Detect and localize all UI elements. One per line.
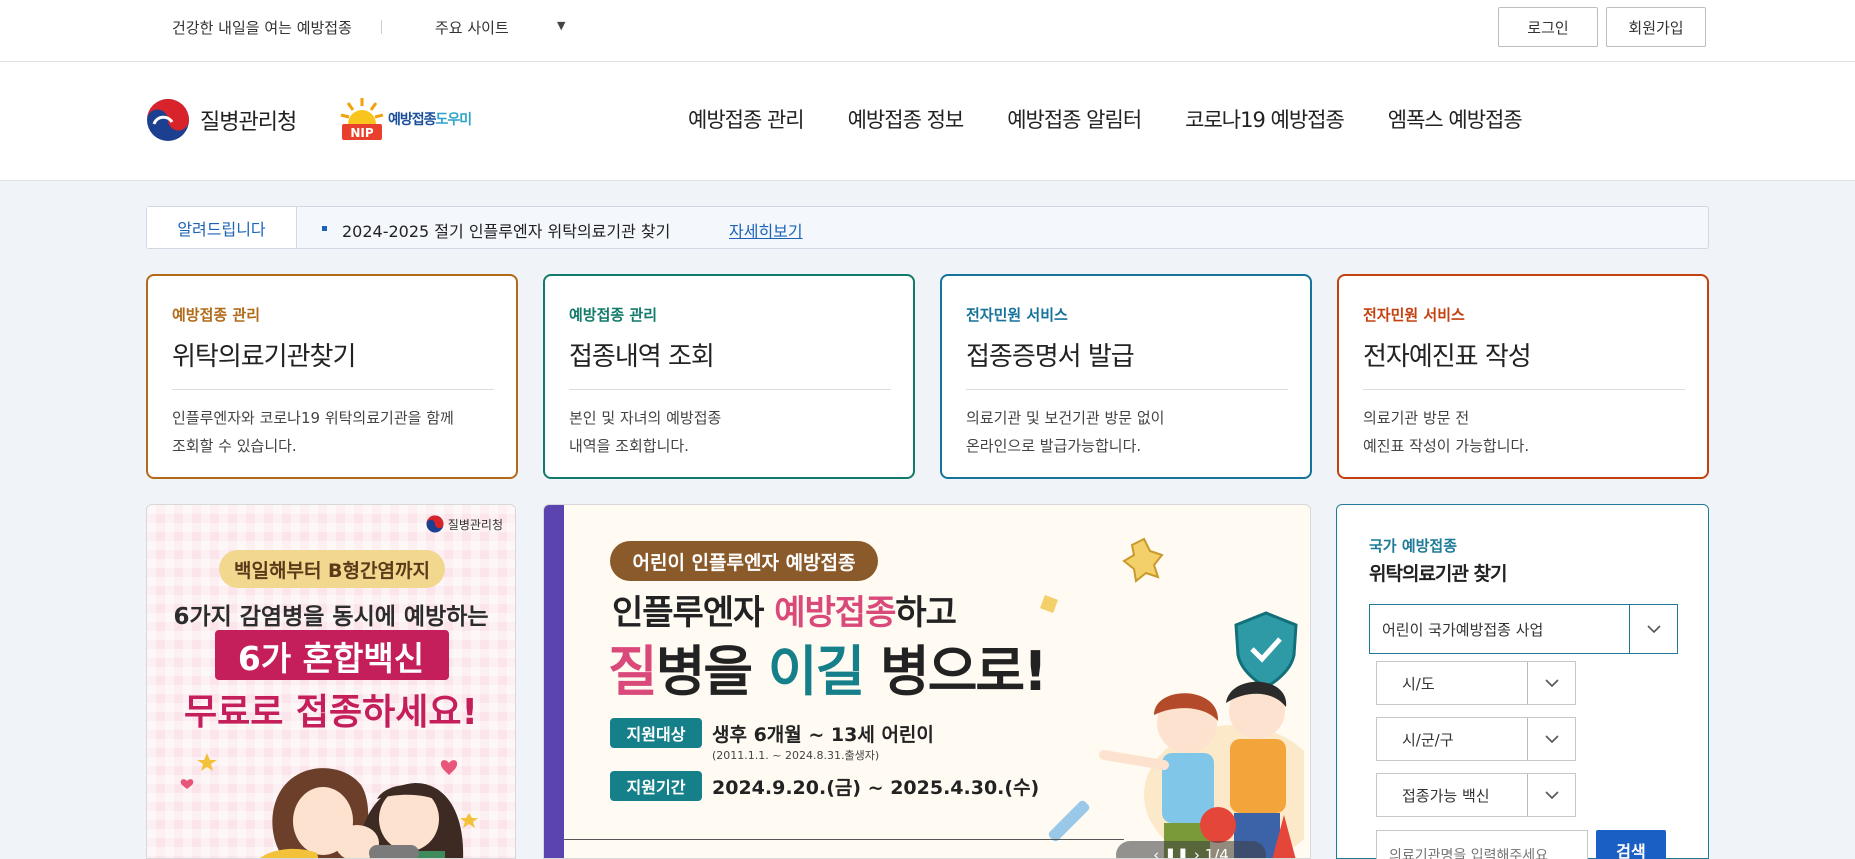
ntp-logo[interactable]: NIP 예방접종도우미 (338, 96, 473, 142)
card-find-institution[interactable]: 예방접종 관리 위탁의료기관찾기 인플루엔자와 코로나19 위탁의료기관을 함께… (146, 274, 518, 479)
sun-icon: NIP (340, 98, 384, 140)
sigungu-select-value: 시/군/구 (1402, 730, 1454, 749)
banner-pill: 백일해부터 B형간염까지 (219, 550, 445, 588)
search-button[interactable]: 검색 (1596, 830, 1666, 859)
login-button[interactable]: 로그인 (1498, 7, 1598, 47)
nav-vaccination-management[interactable]: 예방접종 관리 (688, 104, 805, 134)
nav-mpox-vaccination[interactable]: 엠폭스 예방접종 (1388, 104, 1523, 134)
institution-finder-panel: 국가 예방접종 위탁의료기관 찾기 어린이 국가예방접종 사업 시/도 시/군/… (1336, 504, 1709, 859)
card-description: 의료기관 방문 전 예진표 작성이 가능합니다. (1363, 409, 1530, 455)
banner-line2: 6가 혼합백신 (237, 639, 425, 678)
card-title: 접종내역 조회 (569, 342, 715, 372)
children-illustration (1040, 537, 1304, 858)
big-headline-part: 질 (608, 640, 658, 703)
support-target-label: 지원대상 (610, 718, 702, 748)
institution-name-input[interactable] (1376, 830, 1588, 859)
ntp-mark-text: NIP (350, 126, 374, 140)
chevron-down-icon[interactable] (1527, 662, 1575, 704)
support-target-row: 지원대상 생후 6개월 ~ 13세 어린이 (610, 718, 934, 748)
card-description: 의료기관 및 보건기관 방문 없이 온라인으로 발급가능합니다. (966, 409, 1165, 455)
kdca-logo[interactable]: 질병관리청 (146, 98, 297, 142)
site-slogan: 건강한 내일을 여는 예방접종 (172, 19, 352, 37)
card-certificate-issue[interactable]: 전자민원 서비스 접종증명서 발급 의료기관 및 보건기관 방문 없이 온라인으… (940, 274, 1312, 479)
divider (381, 20, 382, 34)
notice-more-link[interactable]: 자세히보기 (729, 218, 803, 242)
support-period-row: 지원기간 2024.9.20.(금) ~ 2025.4.30.(수) (610, 771, 1039, 801)
site-header: 질병관리청 NIP 예방접종도우미 예방접종 관리 예방접종 정보 예방접종 알… (0, 62, 1855, 181)
program-select-value: 어린이 국가예방접종 사업 (1382, 620, 1544, 639)
signup-button[interactable]: 회원가입 (1606, 7, 1706, 47)
bullet-icon (322, 226, 327, 231)
finder-category: 국가 예방접종 (1369, 537, 1458, 555)
nav-vaccination-notice[interactable]: 예방접종 알림터 (1007, 104, 1142, 134)
card-title: 전자예진표 작성 (1363, 342, 1532, 372)
card-vaccination-history[interactable]: 예방접종 관리 접종내역 조회 본인 및 자녀의 예방접종 내역을 조회합니다. (543, 274, 915, 479)
banner-line3: 무료로 접종하세요! (184, 692, 478, 733)
card-description: 본인 및 자녀의 예방접종 내역을 조회합니다. (569, 409, 722, 455)
hexavalent-vaccine-banner[interactable]: 질병관리청 백일해부터 B형간염까지 6가지 감염병을 동시에 예방하는 6가 … (146, 504, 516, 859)
support-period-label: 지원기간 (610, 771, 702, 801)
vaccine-select[interactable]: 접종가능 백신 (1376, 773, 1576, 817)
vaccine-select-value: 접종가능 백신 (1402, 786, 1490, 805)
banner-brand-name: 질병관리청 (447, 517, 503, 532)
card-category: 예방접종 관리 (172, 306, 261, 324)
chevron-down-icon[interactable] (1527, 718, 1575, 760)
main-navigation: 예방접종 관리 예방접종 정보 예방접종 알림터 코로나19 예방접종 엠폭스 … (688, 104, 1566, 134)
divider (966, 389, 1288, 390)
sigungu-select[interactable]: 시/군/구 (1376, 717, 1576, 761)
big-headline-part: 병을 (655, 640, 768, 703)
chevron-down-icon[interactable] (1629, 605, 1677, 653)
program-select[interactable]: 어린이 국가예방접종 사업 (1369, 604, 1678, 654)
slide-tag: 어린이 인플루엔자 예방접종 (610, 541, 878, 581)
chevron-down-icon[interactable] (1527, 774, 1575, 816)
support-target-sub: (2011.1.1. ~ 2024.8.31.출생자) (712, 749, 880, 762)
flu-vaccination-slide[interactable]: 어린이 인플루엔자 예방접종 인플루엔자 예방접종하고 질병을 이길 병으로! … (543, 504, 1311, 859)
slide-edge (544, 505, 564, 858)
card-description: 인플루엔자와 코로나19 위탁의료기관을 함께 조회할 수 있습니다. (172, 409, 454, 455)
banner-brand: 질병관리청 (426, 515, 503, 533)
card-category: 전자민원 서비스 (966, 306, 1068, 324)
card-title: 위탁의료기관찾기 (172, 342, 356, 372)
utility-bar: 건강한 내일을 여는 예방접종 주요 사이트 ▼ 로그인 회원가입 (0, 0, 1855, 62)
major-sites-dropdown[interactable]: 주요 사이트 (435, 17, 509, 38)
finder-title: 위탁의료기관 찾기 (1369, 563, 1507, 585)
ntp-name-part2: 도우미 (435, 112, 473, 128)
chevron-down-icon[interactable]: ▼ (557, 19, 565, 32)
card-title: 접종증명서 발급 (966, 342, 1135, 372)
big-headline-part: 이길 (767, 640, 865, 703)
divider (1363, 389, 1685, 390)
slide-big-headline: 질병을 이길 병으로! (608, 627, 1048, 706)
ntp-name: 예방접종도우미 (388, 109, 473, 129)
card-category: 전자민원 서비스 (1363, 306, 1465, 324)
ntp-name-part1: 예방접종 (388, 112, 437, 128)
notice-text[interactable]: 2024-2025 절기 인플루엔자 위탁의료기관 찾기 (342, 218, 670, 242)
notice-label: 알려드립니다 (147, 207, 297, 248)
support-target-value: 생후 6개월 ~ 13세 어린이 (712, 723, 934, 746)
family-illustration (180, 753, 478, 858)
notice-bar: 알려드립니다 2024-2025 절기 인플루엔자 위탁의료기관 찾기 자세히보… (146, 206, 1709, 249)
slide-pagination-control[interactable]: ‹ ❚❚ › 1/4 (1116, 841, 1266, 858)
slide-divider (564, 839, 1124, 840)
kdca-emblem-icon (147, 99, 189, 141)
support-period-value: 2024.9.20.(금) ~ 2025.4.30.(수) (712, 776, 1040, 799)
kdca-emblem-icon (426, 515, 444, 533)
card-e-screening-form[interactable]: 전자민원 서비스 전자예진표 작성 의료기관 방문 전 예진표 작성이 가능합니… (1337, 274, 1709, 479)
kdca-name: 질병관리청 (200, 110, 297, 135)
divider (569, 389, 891, 390)
divider (172, 389, 494, 390)
banner-line1: 6가지 감염병을 동시에 예방하는 (173, 604, 489, 630)
nav-vaccination-info[interactable]: 예방접종 정보 (848, 104, 965, 134)
card-category: 예방접종 관리 (569, 306, 658, 324)
nav-covid19-vaccination[interactable]: 코로나19 예방접종 (1185, 104, 1345, 134)
sido-select[interactable]: 시/도 (1376, 661, 1576, 705)
sido-select-value: 시/도 (1402, 674, 1435, 693)
